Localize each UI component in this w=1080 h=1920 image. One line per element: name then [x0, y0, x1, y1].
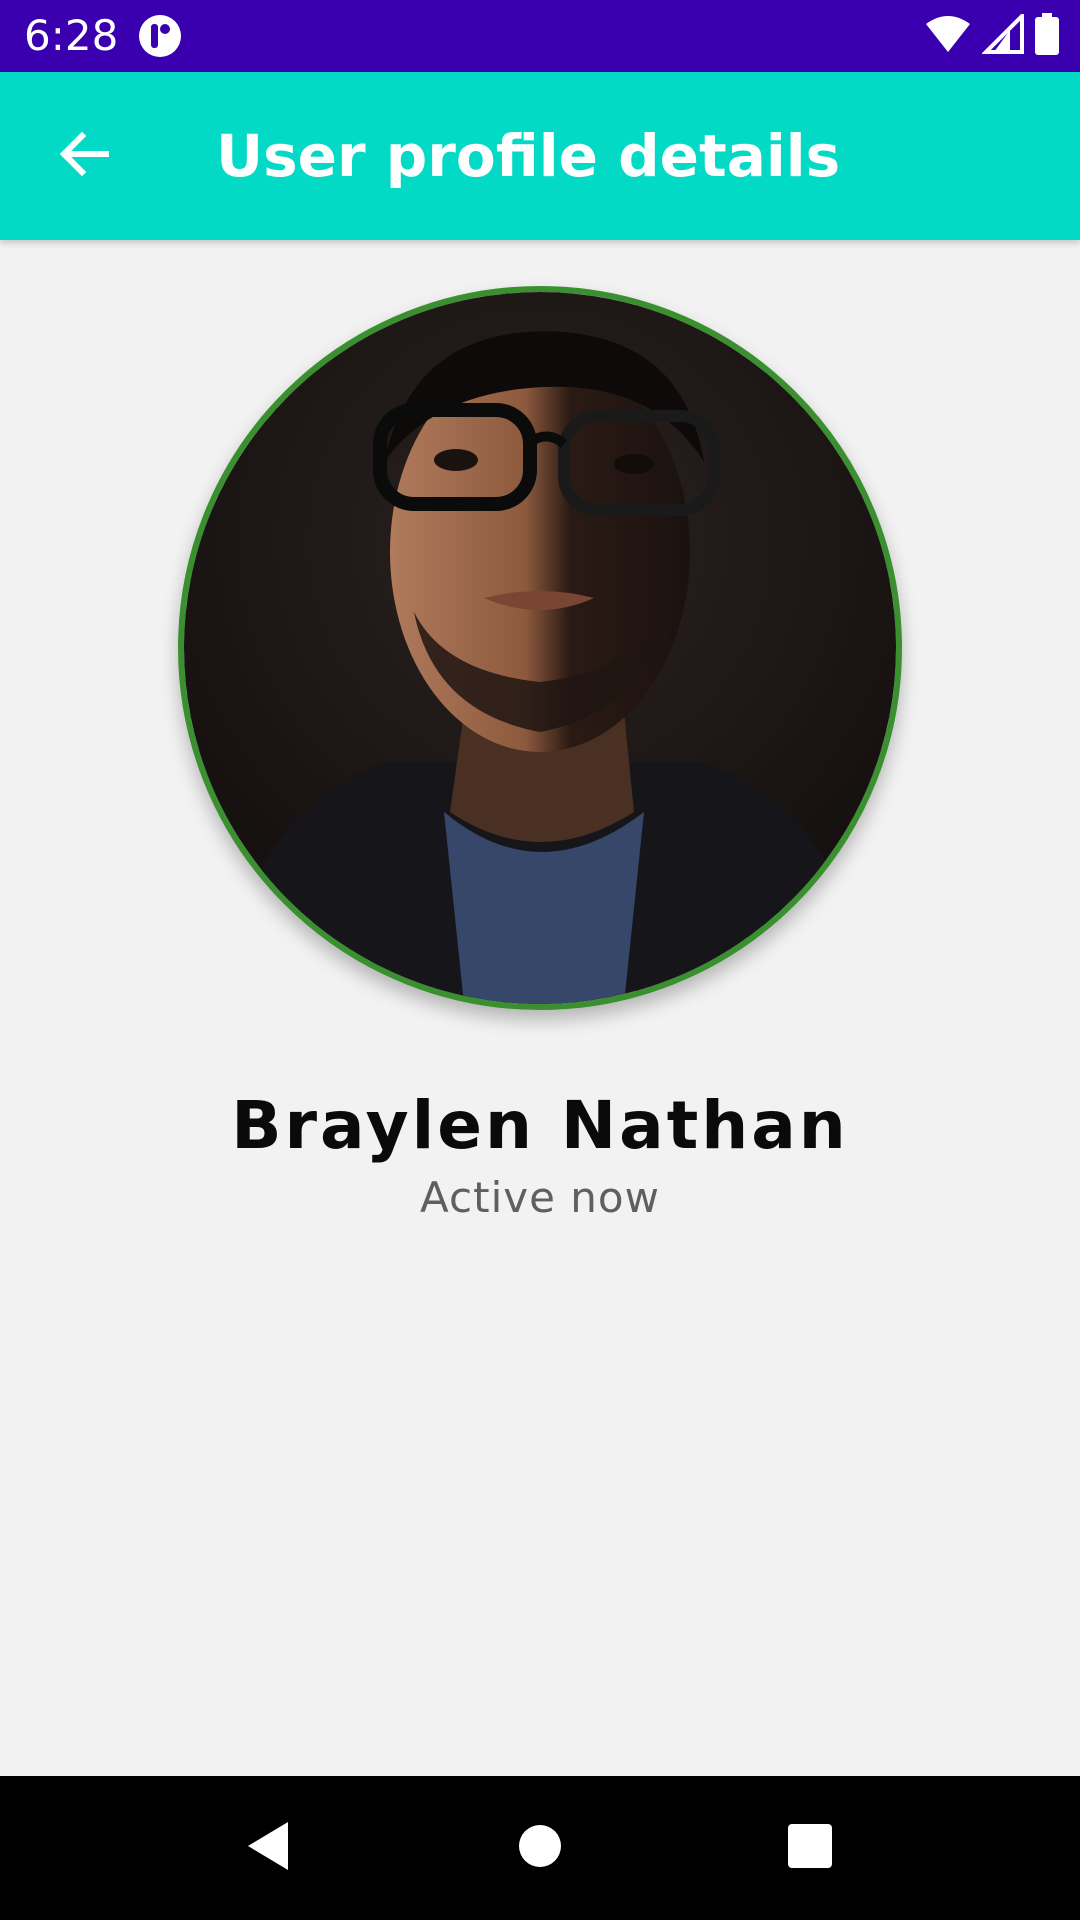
app-bar: User profile details: [0, 72, 1080, 240]
system-nav-bar: [0, 1776, 1080, 1920]
profile-screen: 6:28 User profile details Braylen Nathan…: [0, 0, 1080, 1920]
battery-icon: [1034, 12, 1060, 60]
status-icons: [924, 10, 1060, 60]
wifi-icon: [924, 14, 972, 59]
nav-home-button[interactable]: [490, 1798, 590, 1898]
user-name: Braylen Nathan: [231, 1087, 849, 1164]
nav-recents-icon: [787, 1823, 833, 1874]
avatar[interactable]: [178, 286, 902, 1010]
back-button[interactable]: [40, 112, 128, 200]
nav-back-button[interactable]: [218, 1798, 318, 1898]
status-time: 6:28: [24, 11, 119, 60]
arrow-back-icon: [58, 128, 110, 185]
nav-back-icon: [244, 1820, 292, 1877]
avatar-photo: [184, 292, 896, 1004]
page-title: User profile details: [216, 122, 841, 190]
nav-home-icon: [518, 1824, 562, 1873]
user-status: Active now: [420, 1173, 660, 1222]
cellular-signal-icon: [981, 10, 1024, 59]
notification-app-icon: [138, 14, 182, 58]
avatar-container: [178, 286, 902, 1010]
status-bar: 6:28: [0, 0, 1080, 72]
nav-recents-button[interactable]: [760, 1798, 860, 1898]
